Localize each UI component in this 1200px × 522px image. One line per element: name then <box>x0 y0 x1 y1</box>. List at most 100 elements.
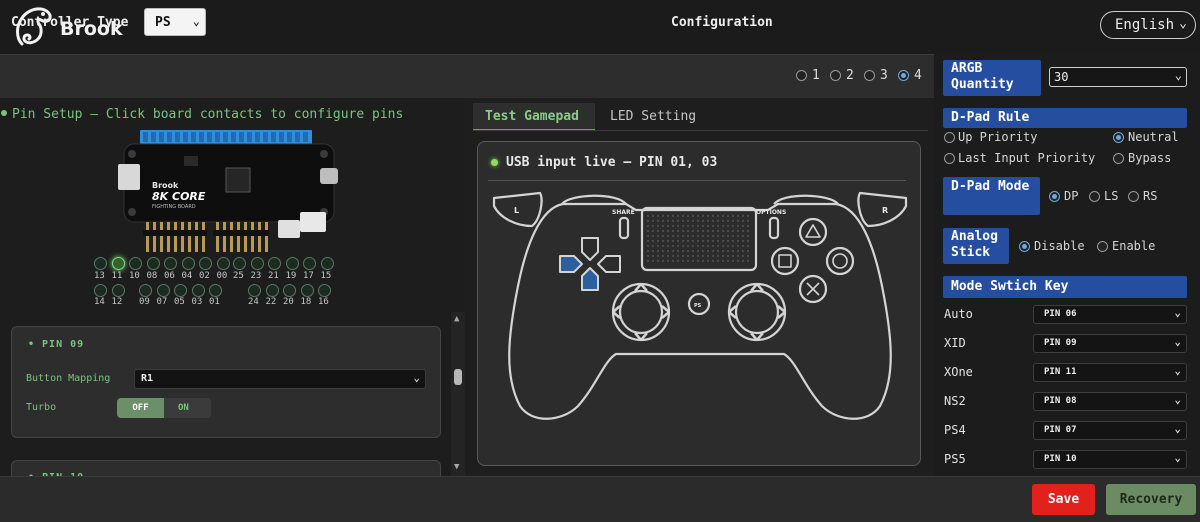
chevron-down-icon: ⌄ <box>1174 335 1181 348</box>
dpad-mode-radio-rs[interactable] <box>1128 191 1139 202</box>
dpad-rule-label-up-priority: Up Priority <box>958 130 1038 144</box>
pin-contact-13[interactable] <box>94 257 107 270</box>
chevron-down-icon: ⌄ <box>1174 451 1181 464</box>
mode-select-ns2[interactable]: PIN 08 ⌄ <box>1033 392 1187 411</box>
turbo-toggle[interactable]: OFF ON <box>117 398 211 418</box>
pin-contact-16[interactable] <box>318 284 331 297</box>
mode-select-xid[interactable]: PIN 09 ⌄ <box>1033 334 1187 353</box>
mode-select-auto[interactable]: PIN 06 ⌄ <box>1033 305 1187 324</box>
mode-select-ps4[interactable]: PIN 07 ⌄ <box>1033 421 1187 440</box>
pin-contact-02[interactable] <box>199 257 212 270</box>
pin-contact-01[interactable] <box>209 284 222 297</box>
pin-contact-10[interactable] <box>129 257 142 270</box>
right-stick <box>734 289 780 335</box>
dpad-mode-label-rs: RS <box>1143 189 1158 203</box>
dpad-rule-label-last-input: Last Input Priority <box>958 151 1096 165</box>
mode-select-xone-value: PIN 11 <box>1044 367 1077 377</box>
pin-contact-12[interactable] <box>111 284 125 297</box>
footer-bar <box>0 476 1200 522</box>
recovery-button[interactable]: Recovery <box>1106 484 1196 515</box>
pin-contact-06[interactable] <box>164 257 177 270</box>
gamepad-diagram: L R SHARE OPTIONS PS <box>492 191 908 420</box>
config-label-3: 3 <box>880 68 888 83</box>
analog-stick-radio-enable[interactable] <box>1097 241 1108 252</box>
tab-test-gamepad[interactable]: Test Gamepad <box>473 103 595 131</box>
pin-contact-17[interactable] <box>303 257 316 270</box>
pin-contact-07[interactable] <box>156 284 170 297</box>
usb-status-text: USB input live — PIN 01, 03 <box>506 155 718 170</box>
pin-contact-15[interactable] <box>320 257 334 270</box>
pin-contact-20[interactable] <box>283 284 296 297</box>
pin-contact-14[interactable] <box>94 284 107 297</box>
pin-contact-05[interactable] <box>174 284 187 297</box>
analog-stick-label-disable: Disable <box>1034 239 1085 253</box>
pin-contact-23[interactable] <box>250 257 264 270</box>
tab-led-setting[interactable]: LED Setting <box>610 109 696 124</box>
pin-setup-title: Pin Setup — Click board contacts to conf… <box>0 107 403 122</box>
mode-select-ps5[interactable]: PIN 10 ⌄ <box>1033 450 1187 469</box>
pin-contact-03[interactable] <box>191 284 205 297</box>
dpad-mode-radio-dp[interactable] <box>1049 191 1060 202</box>
config-radio-1[interactable] <box>796 70 807 81</box>
pin-contact-21[interactable] <box>268 257 281 270</box>
pin-contact-00[interactable] <box>216 257 230 270</box>
button-mapping-select[interactable]: R1 ⌄ <box>134 369 426 389</box>
dpad-rule-radio-neutral[interactable] <box>1113 132 1124 143</box>
pin-number-00: 00 <box>216 271 228 281</box>
pin-contact-08[interactable] <box>146 257 160 270</box>
config-radio-4[interactable] <box>898 70 909 81</box>
dpad-up <box>581 237 599 261</box>
dpad-down <box>581 267 599 291</box>
ps-label: PS <box>694 303 702 309</box>
pin-contact-22[interactable] <box>265 284 279 297</box>
share-label: SHARE <box>612 209 635 216</box>
pin-number-02: 02 <box>199 271 210 281</box>
dpad-mode-label-dp: DP <box>1064 189 1079 203</box>
chevron-down-icon: ⌄ <box>1174 364 1181 377</box>
pin-contact-09[interactable] <box>139 284 152 297</box>
pin-contact-25[interactable] <box>233 257 246 270</box>
pin-contact-19[interactable] <box>285 257 299 270</box>
turbo-off-option[interactable]: OFF <box>117 398 164 418</box>
mode-label-ps5: PS5 <box>944 452 966 466</box>
pin-contact-18[interactable] <box>300 284 314 297</box>
board-brand-text: Brook <box>152 181 179 190</box>
usb-live-indicator-icon <box>491 159 498 166</box>
pin-number-03: 03 <box>191 297 203 307</box>
dpad-mode-radio-ls[interactable] <box>1089 191 1100 202</box>
config-radio-3[interactable] <box>864 70 875 81</box>
pin-number-01: 01 <box>209 297 220 307</box>
analog-stick-radio-disable[interactable] <box>1019 241 1030 252</box>
fighting-board-image[interactable]: Brook 8K CORE FIGHTING BOARD <box>118 128 340 260</box>
dpad-rule-radio-bypass[interactable] <box>1113 153 1124 164</box>
mode-switch-key-label: Mode Swtich Key <box>943 276 1187 298</box>
pin-contact-04[interactable] <box>181 257 195 270</box>
touchpad-texture <box>647 215 749 262</box>
chevron-down-icon: ⌄ <box>1179 16 1187 31</box>
scroll-up-icon[interactable]: ▲ <box>454 314 459 324</box>
pin-list-scrollbar[interactable] <box>451 312 465 476</box>
chevron-down-icon: ⌄ <box>192 14 200 28</box>
pin-contact-11[interactable] <box>111 257 125 270</box>
pin-contact-24[interactable] <box>248 284 261 297</box>
turbo-on-option[interactable]: ON <box>164 398 211 418</box>
mode-select-ns2-value: PIN 08 <box>1044 396 1077 406</box>
pin-number-25: 25 <box>233 271 244 281</box>
dpad-left <box>559 255 583 273</box>
language-select[interactable]: English ⌄ <box>1100 11 1196 39</box>
dpad-rule-radio-up-priority[interactable] <box>944 132 955 143</box>
save-button[interactable]: Save <box>1032 484 1095 515</box>
dpad-rule-radio-last-input[interactable] <box>944 153 955 164</box>
board-model-text: 8K CORE <box>152 190 206 203</box>
mode-select-xone[interactable]: PIN 11 ⌄ <box>1033 363 1187 382</box>
argb-quantity-select[interactable]: 30 ⌄ <box>1049 67 1187 87</box>
circle-button <box>825 246 855 276</box>
scroll-thumb[interactable] <box>454 369 462 385</box>
pin-number-04: 04 <box>181 271 193 281</box>
argb-quantity-value: 30 <box>1054 70 1069 84</box>
controller-type-select[interactable]: PS ⌄ <box>144 8 206 36</box>
config-radio-2[interactable] <box>830 70 841 81</box>
dpad-rule-label-bypass: Bypass <box>1128 151 1172 165</box>
scroll-down-icon[interactable]: ▼ <box>454 462 459 472</box>
language-value: English <box>1115 17 1175 33</box>
